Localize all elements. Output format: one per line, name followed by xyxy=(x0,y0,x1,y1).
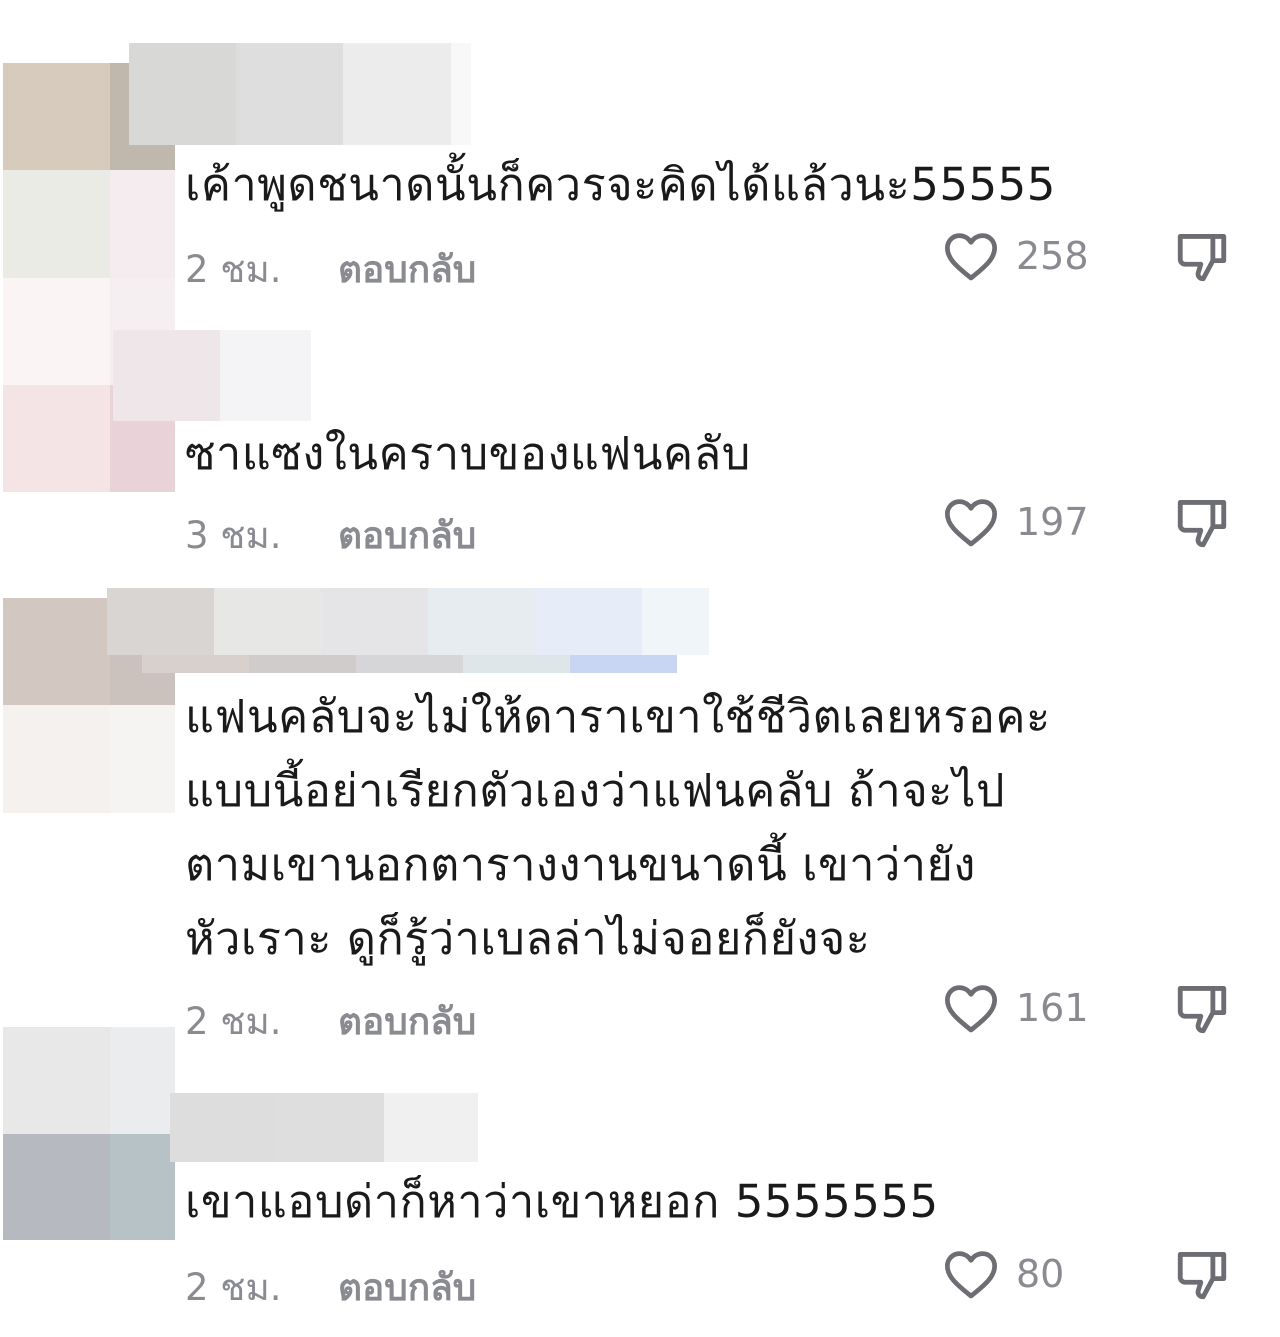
heart-outline-icon xyxy=(945,233,997,281)
username[interactable] xyxy=(129,43,451,145)
reply-button[interactable]: ตอบกลับ xyxy=(338,992,476,1051)
comment-text: เค้าพูดชนาดนั้นก็ควรจะคิดได้แล้วนะ55555 xyxy=(185,158,1056,211)
comment-time: 3 ชม. xyxy=(185,514,282,557)
username[interactable] xyxy=(113,330,311,421)
comment-time: 2 ชม. xyxy=(185,248,282,291)
like-count: 197 xyxy=(1016,500,1089,544)
comment-meta: 2 ชม. ตอบกลับ 161 xyxy=(185,980,1245,1043)
like-button[interactable]: 197 xyxy=(942,496,1089,548)
username-tail xyxy=(451,43,471,145)
comment-text: เขาแอบด่าก็หาว่าเขาหยอก 5555555 xyxy=(185,1175,939,1228)
comment-text: แฟนคลับจะไม่ให้ดาราเขาใช้ชีวิตเลยหรอคะ แ… xyxy=(185,690,1051,965)
like-count: 80 xyxy=(1016,1252,1065,1296)
like-button[interactable]: 161 xyxy=(942,982,1089,1034)
thumbs-down-outline-icon[interactable] xyxy=(1173,1246,1231,1304)
thumbs-down-outline-icon[interactable] xyxy=(1173,980,1231,1038)
like-count: 258 xyxy=(1016,234,1089,278)
comment-meta: 2 ชม. ตอบกลับ 258 xyxy=(185,228,1245,291)
like-button[interactable]: 80 xyxy=(942,1248,1064,1300)
comment-meta: 2 ชม. ตอบกลับ 80 xyxy=(185,1246,1245,1309)
comment-time: 2 ชม. xyxy=(185,1000,282,1043)
thumbs-down-outline-icon[interactable] xyxy=(1173,494,1231,552)
thumbs-down-outline-icon[interactable] xyxy=(1173,228,1231,286)
reply-button[interactable]: ตอบกลับ xyxy=(338,506,476,565)
username[interactable] xyxy=(107,588,709,655)
reply-button[interactable]: ตอบกลับ xyxy=(338,1258,476,1317)
reply-button[interactable]: ตอบกลับ xyxy=(338,240,476,299)
like-button[interactable]: 258 xyxy=(942,230,1089,282)
username[interactable] xyxy=(170,1093,478,1162)
heart-outline-icon xyxy=(945,499,997,547)
heart-outline-icon xyxy=(945,985,997,1033)
username-underline xyxy=(142,655,677,673)
like-count: 161 xyxy=(1016,986,1089,1030)
heart-outline-icon xyxy=(945,1251,997,1299)
comment-text: ซาแซงในคราบของแฟนคลับ xyxy=(185,427,751,480)
avatar[interactable] xyxy=(3,1027,175,1240)
comment-meta: 3 ชม. ตอบกลับ 197 xyxy=(185,494,1245,557)
comment-time: 2 ชม. xyxy=(185,1266,282,1309)
